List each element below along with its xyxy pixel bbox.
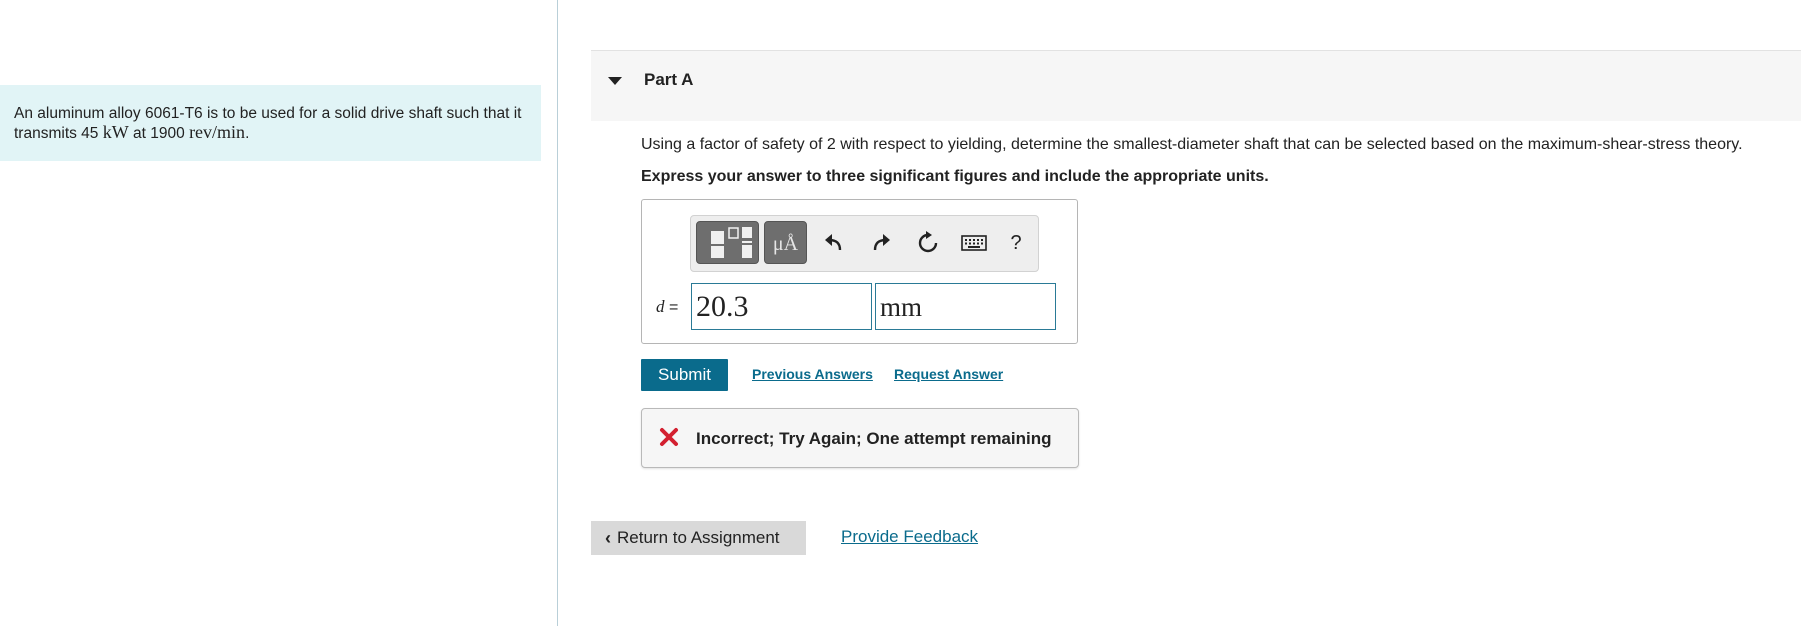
keyboard-button[interactable] [960, 230, 988, 256]
instruction-text: Express your answer to three significant… [641, 168, 1269, 185]
keyboard-icon [961, 235, 987, 251]
templates-icon [711, 227, 752, 258]
speed-unit: rev/min [189, 122, 246, 142]
feedback-box: Incorrect; Try Again; One attempt remain… [641, 408, 1079, 468]
problem-text-1: An aluminum alloy 6061-T6 is to be used … [14, 105, 522, 142]
help-button[interactable]: ? [1003, 230, 1029, 256]
value-input[interactable]: 20.3 [691, 283, 872, 330]
answer-box: μÅ ? d = 20.3 mm [641, 199, 1078, 344]
units-button[interactable]: μÅ [764, 221, 807, 264]
templates-button[interactable] [696, 221, 759, 264]
part-header[interactable]: Part A [591, 50, 1801, 121]
request-answer-link[interactable]: Request Answer [894, 366, 1003, 382]
reset-icon [918, 231, 938, 253]
chevron-left-icon: ‹ [605, 527, 611, 548]
units-label: μÅ [772, 233, 799, 255]
power-unit: kW [102, 122, 129, 142]
column-divider [557, 0, 558, 626]
equals-sign: = [668, 299, 679, 316]
variable-symbol: d [656, 297, 665, 316]
problem-text-end: . [245, 125, 250, 142]
problem-text-2: at 1900 [128, 125, 190, 142]
undo-button[interactable] [821, 230, 847, 256]
redo-icon [873, 234, 890, 251]
collapse-caret-icon[interactable] [608, 77, 622, 85]
previous-answers-link[interactable]: Previous Answers [752, 366, 873, 382]
part-title: Part A [644, 70, 694, 89]
submit-button[interactable]: Submit [641, 359, 728, 391]
unit-input[interactable]: mm [875, 283, 1056, 330]
reset-button[interactable] [915, 230, 941, 256]
provide-feedback-link[interactable]: Provide Feedback [841, 527, 978, 547]
redo-button[interactable] [868, 230, 894, 256]
x-icon [660, 428, 678, 446]
math-toolbar: μÅ ? [690, 215, 1039, 272]
return-to-assignment-button[interactable]: ‹ Return to Assignment [591, 521, 806, 555]
return-label: Return to Assignment [617, 528, 780, 547]
answer-variable-label: d = [656, 297, 678, 317]
undo-icon [825, 234, 842, 251]
problem-statement: An aluminum alloy 6061-T6 is to be used … [0, 85, 541, 161]
question-text: Using a factor of safety of 2 with respe… [641, 136, 1743, 153]
feedback-message: Incorrect; Try Again; One attempt remain… [696, 429, 1052, 448]
